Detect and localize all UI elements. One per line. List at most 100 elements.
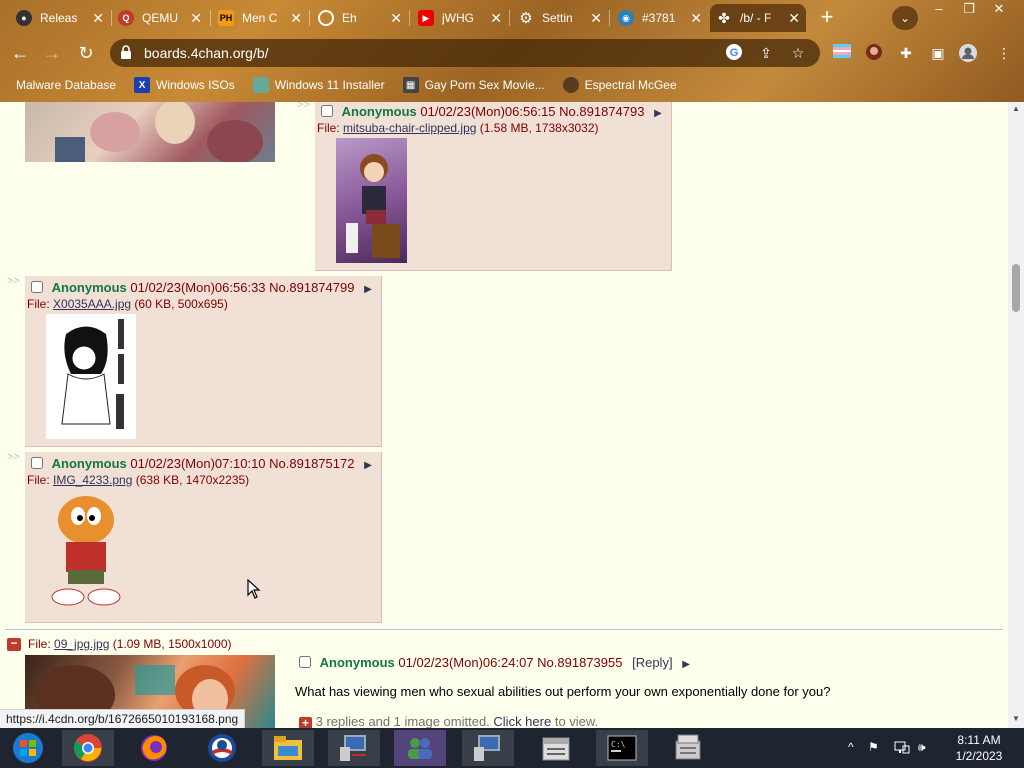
forward-button[interactable]: → (40, 41, 64, 65)
file-explorer-taskbar-icon[interactable] (262, 730, 314, 766)
remote-app-taskbar-icon[interactable] (462, 730, 514, 766)
menu-icon[interactable]: ⋮ (994, 43, 1014, 63)
url-text[interactable]: boards.4chan.org/b/ (144, 45, 724, 61)
bookmark-windows-isos[interactable]: X Windows ISOs (134, 77, 235, 93)
op-checkbox[interactable] (299, 656, 311, 668)
chrome-taskbar-icon[interactable] (62, 730, 114, 766)
scroll-down-icon[interactable]: ▼ (1012, 714, 1020, 723)
tab-qemu[interactable]: Q QEMU ✕ (112, 4, 208, 32)
tab-releases[interactable]: ● Releas ✕ (10, 4, 110, 32)
expand-thread-icon[interactable]: + (299, 717, 312, 728)
tab-4chan-b[interactable]: ✤ /b/ - F ✕ (710, 4, 806, 32)
bookmark-label: Windows ISOs (156, 78, 235, 92)
tab-search-button[interactable]: ⌄ (892, 6, 918, 30)
reload-button[interactable]: ↻ (74, 41, 98, 65)
file-link[interactable]: mitsuba-chair-clipped.jpg (343, 121, 476, 135)
volume-icon[interactable]: 🕪 (918, 740, 926, 755)
star-icon[interactable]: ☆ (788, 43, 808, 63)
extension-flag-icon[interactable] (832, 43, 852, 63)
minimize-button[interactable]: – (924, 0, 954, 18)
post-menu-icon[interactable]: ▶ (682, 659, 690, 670)
hide-thread-icon[interactable]: − (7, 637, 21, 651)
address-bar[interactable]: boards.4chan.org/b/ G ⇪ ☆ (110, 39, 820, 67)
file-label: File: (27, 473, 54, 487)
post-checkbox[interactable] (31, 457, 43, 469)
close-icon[interactable]: ✕ (590, 10, 602, 27)
back-button[interactable]: ← (8, 41, 32, 65)
scroll-up-icon[interactable]: ▲ (1012, 104, 1020, 113)
clover-icon: ✤ (718, 9, 730, 26)
extension-avatar-icon[interactable] (864, 43, 884, 63)
page-scrollbar[interactable]: ▲ ▼ (1008, 102, 1024, 728)
restore-button[interactable]: ❐ (954, 0, 984, 18)
post-number[interactable]: No.891875172 (269, 456, 354, 471)
close-icon[interactable]: ✕ (390, 10, 402, 27)
tab-youtube[interactable]: ▶ jWHG ✕ (412, 4, 508, 32)
click-here-link[interactable]: Click here (493, 714, 551, 728)
users-app-taskbar-icon[interactable] (394, 730, 446, 766)
post-checkbox[interactable] (31, 281, 43, 293)
bookmark-malware-database[interactable]: Malware Database (16, 78, 116, 92)
file-link[interactable]: IMG_4233.png (53, 473, 132, 487)
omitted-text: 3 replies and 1 image omitted. (315, 714, 490, 728)
tab-men[interactable]: PH Men C ✕ (212, 4, 308, 32)
bookmark-windows-11-installer[interactable]: Windows 11 Installer (252, 77, 385, 93)
file-link[interactable]: X0035AAA.jpg (53, 297, 131, 311)
tab-title: jWHG (442, 11, 474, 25)
obama-logo-taskbar-icon[interactable] (196, 730, 248, 766)
network-icon[interactable] (894, 740, 910, 757)
thread-image-partial[interactable] (25, 102, 275, 162)
tab-title: /b/ - F (740, 11, 772, 25)
poster-name: Anonymous (319, 655, 395, 670)
poster-name: Anonymous (51, 456, 127, 471)
share-icon[interactable]: ⇪ (756, 43, 776, 63)
post-thumbnail[interactable] (336, 138, 407, 263)
side-panel-icon[interactable]: ▣ (928, 43, 948, 63)
post-datetime: 01/02/23(Mon)06:24:07 (398, 655, 534, 670)
post-thumbnail[interactable] (46, 492, 126, 614)
close-icon[interactable]: ✕ (290, 10, 302, 27)
server-app-taskbar-icon[interactable] (662, 730, 714, 766)
cmd-taskbar-icon[interactable]: C:\ (596, 730, 648, 766)
taskbar: C:\ ^ ⚑ 🕪 8:11 AM 1/2/2023 (0, 728, 1024, 768)
start-button[interactable] (2, 730, 54, 766)
post-menu-icon[interactable]: ▶ (364, 460, 372, 471)
close-icon[interactable]: ✕ (92, 10, 104, 27)
tray-expand-icon[interactable]: ^ (848, 740, 854, 754)
post-number[interactable]: No.891873955 (537, 655, 622, 670)
reply-post: Anonymous 01/02/23(Mon)06:56:33 No.89187… (25, 276, 382, 447)
scrollbar-thumb[interactable] (1012, 264, 1020, 312)
tab-eh[interactable]: Eh ✕ (312, 4, 408, 32)
reply-arrows: >> (297, 102, 310, 111)
flag-icon[interactable]: ⚑ (868, 740, 879, 754)
profile-icon[interactable] (958, 43, 978, 63)
firefox-taskbar-icon[interactable] (128, 730, 180, 766)
tab-settings[interactable]: ⚙ Settin ✕ (512, 4, 608, 32)
post-thumbnail[interactable] (46, 314, 136, 439)
close-icon[interactable]: ✕ (190, 10, 202, 27)
tab-issue[interactable]: ◉ #3781 ✕ (612, 4, 708, 32)
post-menu-icon[interactable]: ▶ (654, 108, 662, 119)
post-number[interactable]: No.891874793 (559, 104, 644, 119)
close-icon[interactable]: ✕ (788, 10, 800, 27)
google-icon[interactable]: G (724, 43, 744, 63)
bookmark-espectral-mcgee[interactable]: Espectral McGee (562, 77, 677, 93)
reply-link[interactable]: [Reply] (632, 655, 672, 670)
close-icon[interactable]: ✕ (690, 10, 702, 27)
reply-post: Anonymous 01/02/23(Mon)07:10:10 No.89187… (25, 452, 382, 623)
tab-title: #3781 (642, 11, 676, 25)
op-file-link[interactable]: 09_jpg.jpg (54, 637, 109, 651)
archive-app-taskbar-icon[interactable] (530, 730, 582, 766)
post-menu-icon[interactable]: ▶ (364, 284, 372, 295)
post-checkbox[interactable] (321, 105, 333, 117)
extensions-icon[interactable]: ✚ (896, 43, 916, 63)
bookmark-gay-porn-sex-movie[interactable]: ▦ Gay Porn Sex Movie... (402, 77, 545, 93)
post-number[interactable]: No.891874799 (269, 280, 354, 295)
close-window-button[interactable]: ✕ (984, 0, 1014, 18)
reply-arrows: >> (7, 451, 20, 463)
network-app-taskbar-icon[interactable] (328, 730, 380, 766)
poster-name: Anonymous (341, 104, 417, 119)
close-icon[interactable]: ✕ (490, 10, 502, 27)
system-clock[interactable]: 8:11 AM 1/2/2023 (944, 732, 1014, 764)
new-tab-button[interactable]: + (814, 6, 840, 30)
